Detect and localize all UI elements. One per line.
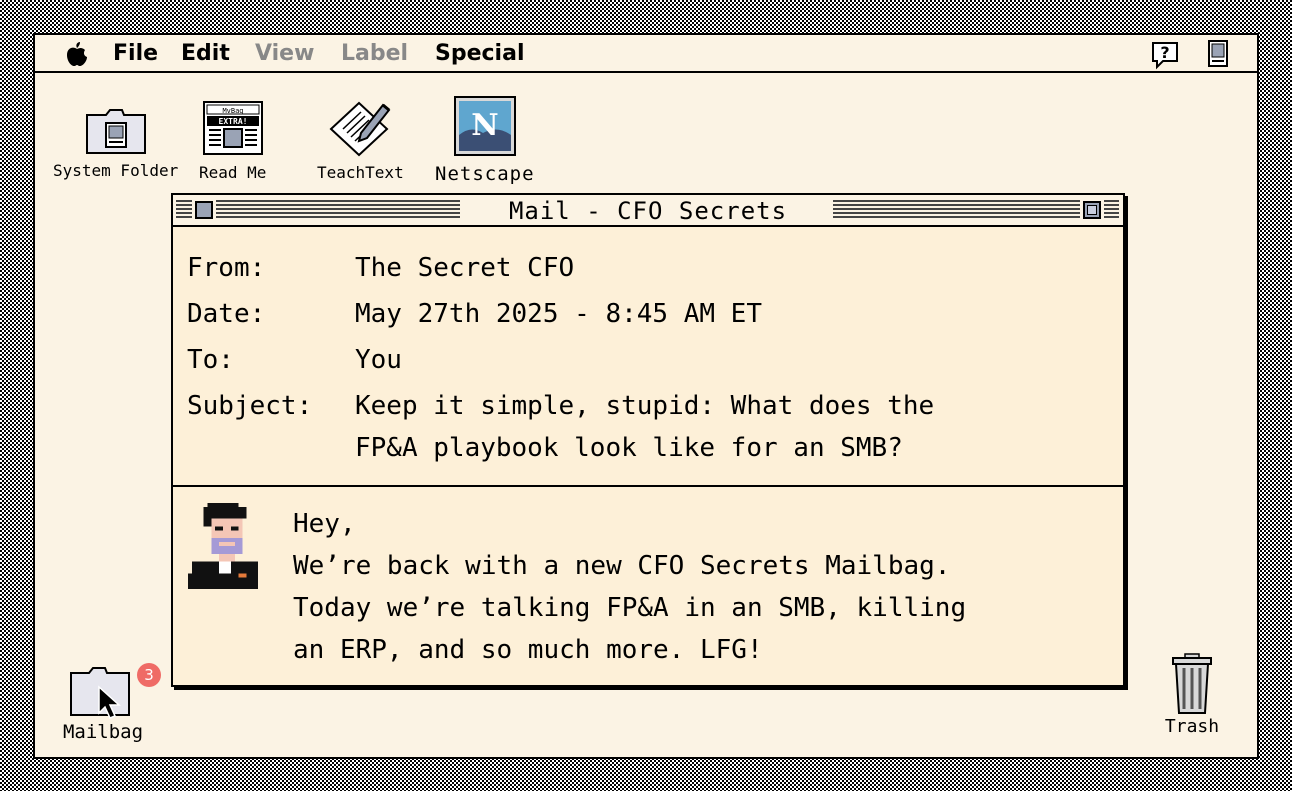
from-label: From:	[187, 253, 266, 283]
body-line-1: Hey,	[293, 509, 356, 539]
system-folder-label: System Folder	[53, 161, 179, 180]
teachtext-label: TeachText	[317, 163, 404, 182]
header-subject: Subject: Keep it simple, stupid: What doe…	[187, 391, 934, 421]
header-date: Date: May 27th 2025 - 8:45 AM ET	[187, 299, 762, 329]
netscape-label: Netscape	[435, 163, 535, 185]
subject-value-line2: FP&A playbook look like for an SMB?	[355, 433, 903, 463]
subject-value: Keep it simple, stupid: What does the	[355, 391, 935, 421]
newspaper-headline: EXTRA!	[218, 117, 247, 126]
netscape-icon: N	[453, 96, 516, 156]
menu-special[interactable]: Special	[435, 41, 524, 66]
header-divider	[173, 485, 1123, 487]
body-line-3: Today we’re talking FP&A in an SMB, kill…	[293, 593, 967, 623]
menu-edit[interactable]: Edit	[181, 41, 230, 66]
menu-view[interactable]: View	[255, 41, 314, 66]
menu-bar: File Edit View Label Special ?	[35, 35, 1257, 73]
window-title: Mail - CFO Secrets	[498, 197, 798, 225]
apple-icon[interactable]	[65, 41, 89, 67]
body-line-4: an ERP, and so much more. LFG!	[293, 635, 763, 665]
window-title-wrap: Mail - CFO Secrets	[173, 197, 1123, 225]
netscape[interactable]: N Netscape	[435, 95, 535, 185]
mailbag-label: Mailbag	[62, 721, 144, 743]
header-from: From: The Secret CFO	[187, 253, 574, 283]
trash-can-icon	[1172, 653, 1212, 714]
newspaper-icon: MvBag EXTRA!	[202, 101, 263, 155]
date-value: May 27th 2025 - 8:45 AM ET	[355, 299, 762, 329]
desktop: File Edit View Label Special ? System Fo…	[33, 33, 1259, 759]
mail-window[interactable]: Mail - CFO Secrets From: The Secret CFO D…	[171, 193, 1125, 687]
svg-text:?: ?	[1160, 43, 1169, 62]
menu-file[interactable]: File	[113, 41, 158, 66]
window-title-bar[interactable]: Mail - CFO Secrets	[173, 195, 1123, 227]
newspaper-masthead: MvBag	[222, 107, 243, 115]
teachtext-icon	[329, 101, 391, 157]
subject-label: Subject:	[187, 391, 313, 421]
system-folder-icon	[85, 109, 146, 154]
from-value: The Secret CFO	[355, 253, 575, 283]
trash[interactable]: Trash	[1155, 653, 1229, 737]
read-me[interactable]: MvBag EXTRA! Read Me	[199, 99, 266, 182]
pixel-avatar-icon	[187, 503, 259, 589]
cursor-arrow-icon	[98, 685, 121, 719]
date-label: Date:	[187, 299, 266, 329]
body-line-2: We’re back with a new CFO Secrets Mailba…	[293, 551, 951, 581]
system-folder[interactable]: System Folder	[53, 105, 178, 180]
read-me-label: Read Me	[199, 163, 267, 182]
zoom-box[interactable]	[1080, 198, 1104, 222]
netscape-letter: N	[471, 108, 498, 143]
to-label: To:	[187, 345, 234, 375]
trash-label: Trash	[1164, 716, 1220, 737]
help-icon[interactable]: ?	[1149, 40, 1181, 70]
mailbag-badge: 3	[137, 663, 161, 687]
header-to: To: You	[187, 345, 402, 375]
to-value: You	[355, 345, 402, 375]
finder-icon[interactable]	[1207, 40, 1229, 68]
teachtext[interactable]: TeachText	[317, 97, 404, 182]
menu-label[interactable]: Label	[341, 41, 408, 66]
